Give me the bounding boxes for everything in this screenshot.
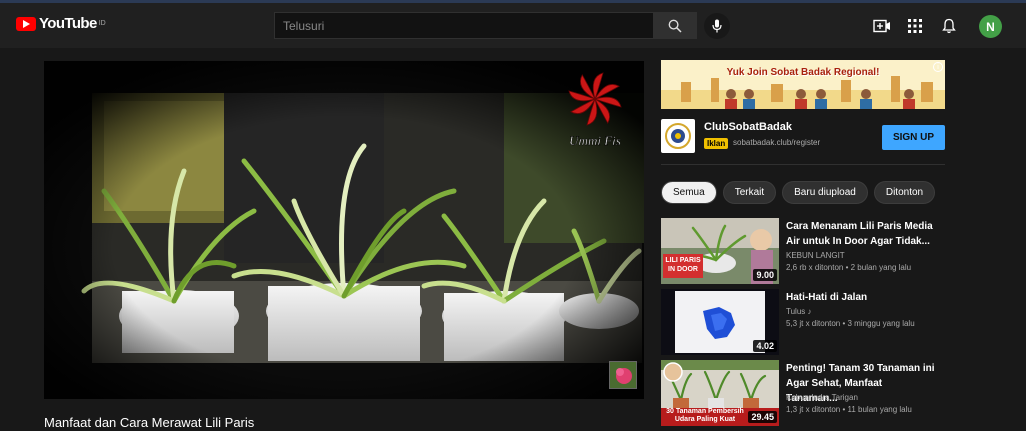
sign-up-button[interactable]: SIGN UP [882, 125, 945, 150]
thumbnail-caption: LILI PARIS IN DOOR [665, 257, 701, 273]
flower-thumbnail-icon [610, 362, 636, 388]
create-button[interactable] [872, 16, 892, 36]
video-title: Manfaat dan Cara Merawat Lili Paris [44, 415, 255, 430]
filter-chips: Semua Terkait Baru diupload Ditonton [661, 181, 936, 204]
video-frame [44, 61, 644, 399]
recommendation-meta: 5,3 jt x ditonton • 3 minggu yang lalu [786, 319, 915, 328]
ad-info-icon[interactable]: i [933, 62, 943, 72]
account-avatar[interactable]: N [979, 15, 1002, 38]
recommendation-item[interactable]: 4.02 Hati-Hati di Jalan Tulus ♪ 5,3 jt x… [661, 289, 951, 359]
ad-banner-text: Yuk Join Sobat Badak Regional! [726, 67, 880, 78]
search-input[interactable] [275, 13, 653, 38]
video-duration: 4.02 [753, 340, 777, 352]
ad-url: sobatbadak.club/register [733, 138, 821, 147]
apps-button[interactable] [905, 16, 925, 36]
ad-badge: Iklan [704, 138, 729, 149]
create-icon [873, 19, 890, 33]
recommendation-thumbnail[interactable]: LILI PARIS IN DOOR 9.00 [661, 218, 779, 284]
recommendation-item[interactable]: 30 Tanaman Pembersih Udara Paling Kuat 2… [661, 360, 951, 430]
club-logo-icon [665, 123, 691, 149]
voice-search-button[interactable] [704, 13, 730, 39]
recommendation-meta: 2,6 rb x ditonton • 2 bulan yang lalu [786, 263, 912, 272]
notifications-button[interactable] [939, 16, 959, 36]
recommendation-channel[interactable]: KEBUN LANGIT [786, 251, 845, 260]
recommendation-channel[interactable]: Tulus ♪ [786, 307, 812, 316]
chip-all[interactable]: Semua [661, 181, 717, 204]
search-icon [668, 19, 682, 33]
ad-banner[interactable]: Yuk Join Sobat Badak Regional! [661, 60, 945, 109]
channel-watermark-logo: Ummi Fis [568, 72, 622, 148]
chip-watched[interactable]: Ditonton [873, 181, 936, 204]
end-screen-thumbnail[interactable] [609, 361, 637, 389]
advertiser-name: ClubSobatBadak [704, 121, 793, 133]
recommendation-thumbnail[interactable]: 30 Tanaman Pembersih Udara Paling Kuat 2… [661, 360, 779, 426]
watermark-text: Ummi Fis [569, 133, 621, 148]
video-duration: 9.00 [753, 269, 777, 281]
apps-icon [908, 19, 922, 33]
recommendation-title[interactable]: Hati-Hati di Jalan [786, 290, 936, 305]
logo-text: YouTube [39, 15, 97, 32]
recommendation-title[interactable]: Cara Menanam Lili Paris Media Air untuk … [786, 219, 936, 249]
region-code: ID [98, 20, 106, 27]
video-duration: 29.45 [748, 411, 777, 423]
search-box [274, 12, 654, 39]
chip-related[interactable]: Terkait [722, 181, 777, 204]
video-player[interactable]: Ummi Fis [44, 61, 644, 399]
recommendation-meta: 1,3 jt x ditonton • 11 bulan yang lalu [786, 405, 912, 414]
microphone-icon [712, 19, 722, 33]
recommendation-thumbnail[interactable]: 4.02 [661, 289, 779, 355]
ad-card[interactable]: ClubSobatBadak Iklan sobatbadak.club/reg… [661, 117, 945, 165]
masthead: YouTube ID Telusuri N [0, 0, 1026, 48]
thumbnail-caption: 30 Tanaman Pembersih Udara Paling Kuat [666, 408, 744, 423]
play-logo-icon [16, 16, 36, 31]
recommendation-item[interactable]: LILI PARIS IN DOOR 9.00 Cara Menanam Lil… [661, 218, 951, 288]
search-button[interactable] [653, 12, 697, 39]
recommendation-channel[interactable]: Kebun Indra Tarigan [786, 393, 858, 402]
youtube-logo[interactable]: YouTube ID [16, 15, 106, 32]
chip-recently-uploaded[interactable]: Baru diupload [782, 181, 868, 204]
bell-icon [942, 18, 956, 34]
advertiser-logo [661, 119, 695, 153]
